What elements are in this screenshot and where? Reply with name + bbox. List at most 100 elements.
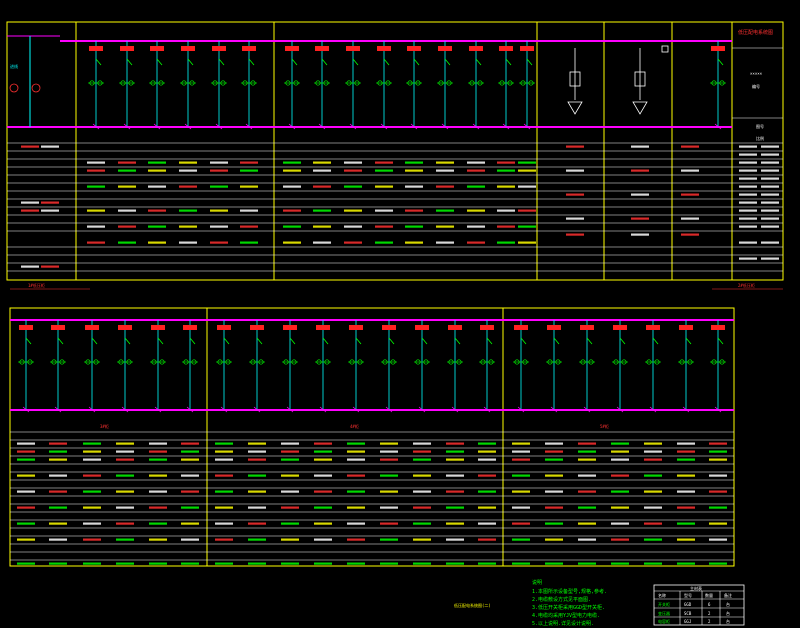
cell-text-mark — [181, 506, 199, 509]
cell-text-mark — [215, 506, 233, 509]
cell-text-mark — [281, 562, 299, 565]
cell-text-mark — [21, 145, 39, 148]
cell-text-mark — [611, 442, 629, 445]
feeder-tag — [85, 325, 99, 330]
lower-group-2: 4#柜 — [350, 423, 359, 429]
cell-text-mark — [761, 145, 779, 148]
cell-text-mark — [21, 201, 39, 204]
feeder-tag — [382, 325, 396, 330]
cell-text-mark — [49, 450, 67, 453]
cell-text-mark — [118, 241, 136, 244]
cell-text-mark — [478, 450, 496, 453]
cell-text-mark — [347, 458, 365, 461]
cell-text-mark — [281, 522, 299, 525]
cell-text-mark — [677, 474, 695, 477]
cell-text-mark — [116, 458, 134, 461]
cell-text-mark — [413, 474, 431, 477]
cell-text-mark — [436, 161, 454, 164]
cell-text-mark — [347, 562, 365, 565]
cell-text-mark — [512, 474, 530, 477]
cell-text-mark — [149, 442, 167, 445]
cell-text-mark — [681, 233, 699, 236]
cell-text-mark — [677, 522, 695, 525]
cell-text-mark — [566, 193, 584, 196]
cell-text-mark — [578, 538, 596, 541]
cell-text-mark — [739, 209, 757, 212]
cell-text-mark — [478, 522, 496, 525]
feeder-tag — [19, 325, 33, 330]
cell-text-mark — [148, 169, 166, 172]
cell-text-mark — [644, 562, 662, 565]
cell-text-mark — [380, 538, 398, 541]
cell-text-mark — [761, 177, 779, 180]
legend-r2c2: SCB — [684, 611, 692, 616]
feeder-tag — [250, 325, 264, 330]
cell-text-mark — [709, 506, 727, 509]
cell-text-mark — [87, 169, 105, 172]
cell-text-mark — [248, 506, 266, 509]
legend-h3: 数量 — [705, 592, 713, 598]
cell-text-mark — [739, 257, 757, 260]
legend-h4: 备注 — [724, 592, 732, 598]
cell-text-mark — [681, 193, 699, 196]
cell-text-mark — [380, 562, 398, 565]
notes-line-1: 1.本图所示设备型号,规格,参考. — [532, 588, 607, 595]
cell-text-mark — [118, 185, 136, 188]
cell-text-mark — [179, 169, 197, 172]
cell-text-mark — [467, 209, 485, 212]
cell-text-mark — [83, 458, 101, 461]
cell-text-mark — [215, 442, 233, 445]
feeder-tag — [547, 325, 561, 330]
cell-text-mark — [631, 233, 649, 236]
legend-r3c1: 电容柜 — [658, 618, 670, 624]
cell-text-mark — [761, 161, 779, 164]
feeder-tag — [520, 46, 534, 51]
cell-text-mark — [578, 506, 596, 509]
cell-text-mark — [545, 458, 563, 461]
cell-text-mark — [739, 225, 757, 228]
cell-text-mark — [210, 225, 228, 228]
cell-text-mark — [210, 169, 228, 172]
cell-text-mark — [248, 450, 266, 453]
feeder-tag — [415, 325, 429, 330]
cell-text-mark — [545, 490, 563, 493]
cell-text-mark — [545, 506, 563, 509]
cell-text-mark — [497, 225, 515, 228]
cell-text-mark — [281, 474, 299, 477]
legend-r1c1: 开关柜 — [658, 601, 670, 607]
cell-text-mark — [644, 538, 662, 541]
legend-r3c2: GGJ — [684, 619, 691, 624]
cell-text-mark — [545, 538, 563, 541]
cell-text-mark — [413, 458, 431, 461]
legend-r2c1: 变压器 — [658, 610, 670, 616]
cell-text-mark — [405, 209, 423, 212]
cell-text-mark — [497, 185, 515, 188]
title-block-line-5: 比例 — [756, 135, 764, 141]
cell-text-mark — [709, 458, 727, 461]
cell-text-mark — [179, 161, 197, 164]
cell-text-mark — [478, 538, 496, 541]
cell-text-mark — [215, 522, 233, 525]
feeder-tag — [679, 325, 693, 330]
legend-h2: 型号 — [684, 592, 692, 598]
cell-text-mark — [149, 538, 167, 541]
cell-text-mark — [347, 442, 365, 445]
cell-text-mark — [83, 562, 101, 565]
title-block-line-3: 编号 — [752, 83, 760, 89]
cell-text-mark — [709, 450, 727, 453]
cell-text-mark — [478, 506, 496, 509]
cell-text-mark — [380, 458, 398, 461]
cell-text-mark — [497, 161, 515, 164]
cell-text-mark — [83, 506, 101, 509]
notes-line-5: 5.以上说明.详见设计说明. — [532, 620, 594, 627]
feeder-tag — [711, 325, 725, 330]
cell-text-mark — [17, 450, 35, 453]
notes-line-2: 2.电缆敷设方式见平面图. — [532, 596, 591, 603]
cell-text-mark — [467, 185, 485, 188]
cell-text-mark — [375, 185, 393, 188]
cell-text-mark — [49, 490, 67, 493]
cell-text-mark — [380, 450, 398, 453]
cell-text-mark — [380, 522, 398, 525]
cell-text-mark — [677, 450, 695, 453]
cell-text-mark — [87, 209, 105, 212]
